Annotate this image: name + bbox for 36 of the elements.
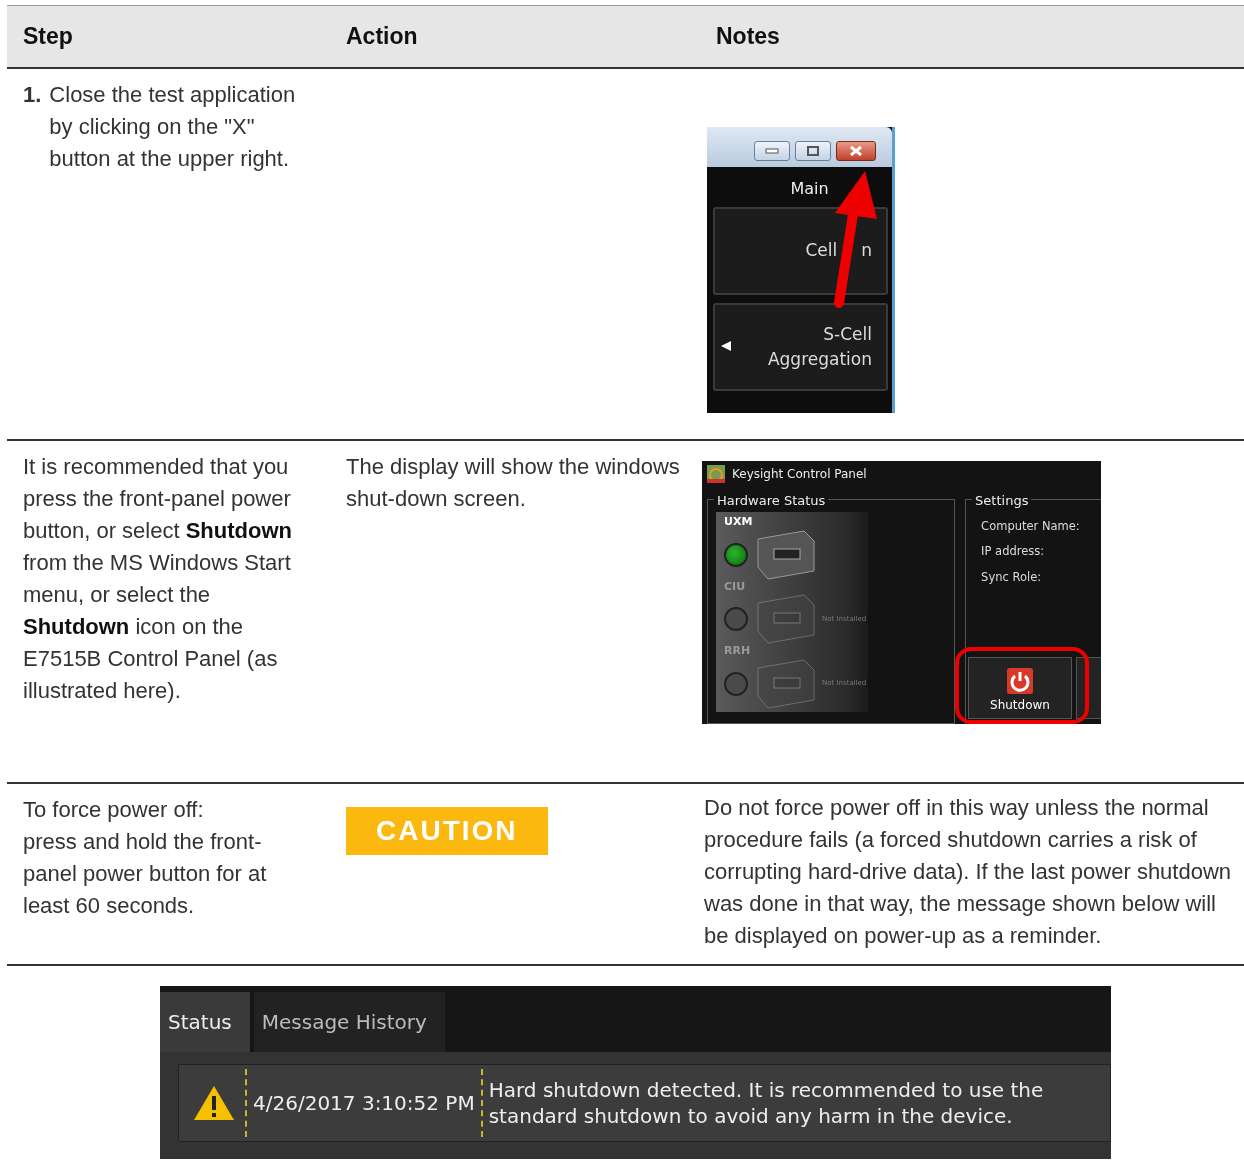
notes-text: Do not force power off in this way unless the normal procedure fails (a forced shutdown carries a risk of corrupting hard-drive data). If the last power shutdown was done in that way, the message shown below will be displayed on power-up as a reminder. — [704, 794, 1232, 950]
field-label: Sync Role: — [981, 568, 1043, 586]
step-number: 1. — [23, 81, 42, 109]
close-button[interactable] — [836, 141, 876, 161]
power-icon — [1007, 668, 1033, 694]
step-text: press and hold the front-panel power button for at least 60 seconds. — [23, 828, 268, 920]
app-icon — [706, 464, 726, 484]
menu-button[interactable]: Cell n — [713, 207, 888, 295]
column-header: Step — [22, 22, 73, 52]
shutdown-button[interactable]: Shutdown — [968, 657, 1072, 719]
menu-title: Main — [789, 178, 830, 200]
message-text: Hard shutdown detected. It is recommended to use the standard shutdown to avoid any harm in the device. — [488, 1077, 1045, 1129]
timestamp: 4/26/2017 3:10:52 PM — [253, 1090, 475, 1116]
step-text: Close the test application by clicking on the "X" button at the upper right. — [49, 81, 297, 173]
column-header: Notes — [715, 22, 780, 52]
window-title: Keysight Control Panel — [732, 466, 867, 483]
action-text: The display will show the windows shut-down screen. — [346, 453, 681, 513]
minimize-icon — [765, 148, 779, 154]
close-icon — [849, 145, 863, 157]
warning-icon — [193, 1084, 235, 1122]
step-text: To force power off: — [23, 796, 205, 824]
tab[interactable]: Status — [160, 992, 250, 1052]
column-header: Action — [345, 22, 418, 52]
menu-button[interactable]: S-Cell Aggregation — [713, 303, 888, 391]
field-label: Computer Name: — [981, 518, 1081, 535]
device-name: UXM — [724, 514, 754, 530]
device-name: RRH — [724, 643, 752, 659]
caution-label: CAUTION — [346, 807, 548, 855]
tab[interactable]: Message History — [253, 992, 445, 1052]
device-name: CIU — [724, 578, 747, 595]
step-text: It is recommended that you press the front-panel power button, or select Shutdown from the MS Windows Start menu, or select the Shutdown icon on the E7515B Control Panel (as illustrated here). — [23, 453, 293, 705]
field-label: IP address: — [981, 543, 1046, 561]
maximize-button[interactable] — [795, 141, 831, 161]
minimize-button[interactable] — [754, 141, 790, 161]
device-drawing — [754, 591, 816, 647]
maximize-icon — [807, 146, 819, 156]
